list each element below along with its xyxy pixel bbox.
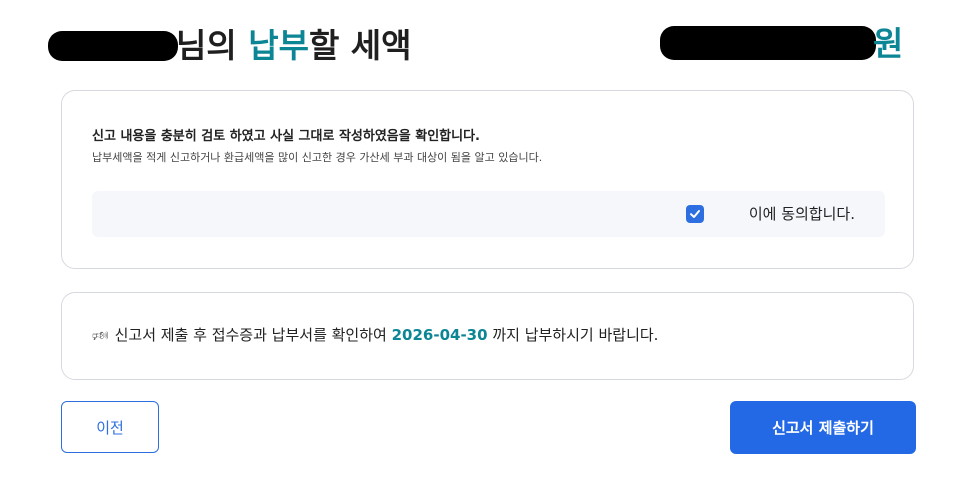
notice-card: 🕬 신고서 제출 후 접수증과 납부서를 확인하여 2026-04-30 까지 납… xyxy=(61,292,914,380)
page-title: 님의 납부할 세액 xyxy=(176,26,412,66)
agree-label[interactable]: 이에 동의합니다. xyxy=(749,203,855,225)
payment-notice: 🕬 신고서 제출 후 접수증과 납부서를 확인하여 2026-04-30 까지 납… xyxy=(92,324,658,348)
confirmation-description: 납부세액을 적게 신고하거나 환급세액을 많이 신고한 경우 가산세 부과 대상… xyxy=(92,151,543,164)
confirmation-card: 신고 내용을 충분히 검토 하였고 사실 그대로 작성하였음을 확인합니다. 납… xyxy=(61,90,914,269)
speaker-icon: 🕬 xyxy=(92,329,109,344)
redacted-user-name xyxy=(48,31,178,61)
title-suffix-2: 할 세액 xyxy=(308,26,412,65)
title-highlight: 납부 xyxy=(248,26,309,65)
notice-text-before: 신고서 제출 후 접수증과 납부서를 확인하여 xyxy=(114,326,392,344)
tax-amount-header: 님의 납부할 세액 원 xyxy=(0,0,959,80)
currency-unit: 원 xyxy=(873,24,904,63)
redacted-tax-amount xyxy=(660,26,876,60)
checkmark-icon xyxy=(690,210,700,218)
agree-checkbox[interactable] xyxy=(686,205,704,223)
due-date: 2026-04-30 xyxy=(391,326,488,344)
prev-button[interactable]: 이전 xyxy=(61,401,159,453)
agree-row: 이에 동의합니다. xyxy=(92,191,885,237)
submit-report-button[interactable]: 신고서 제출하기 xyxy=(730,401,916,454)
title-suffix-1: 님의 xyxy=(176,26,249,65)
notice-text-after: 까지 납부하시기 바랍니다. xyxy=(487,326,659,344)
confirmation-title: 신고 내용을 충분히 검토 하였고 사실 그대로 작성하였음을 확인합니다. xyxy=(92,129,480,144)
